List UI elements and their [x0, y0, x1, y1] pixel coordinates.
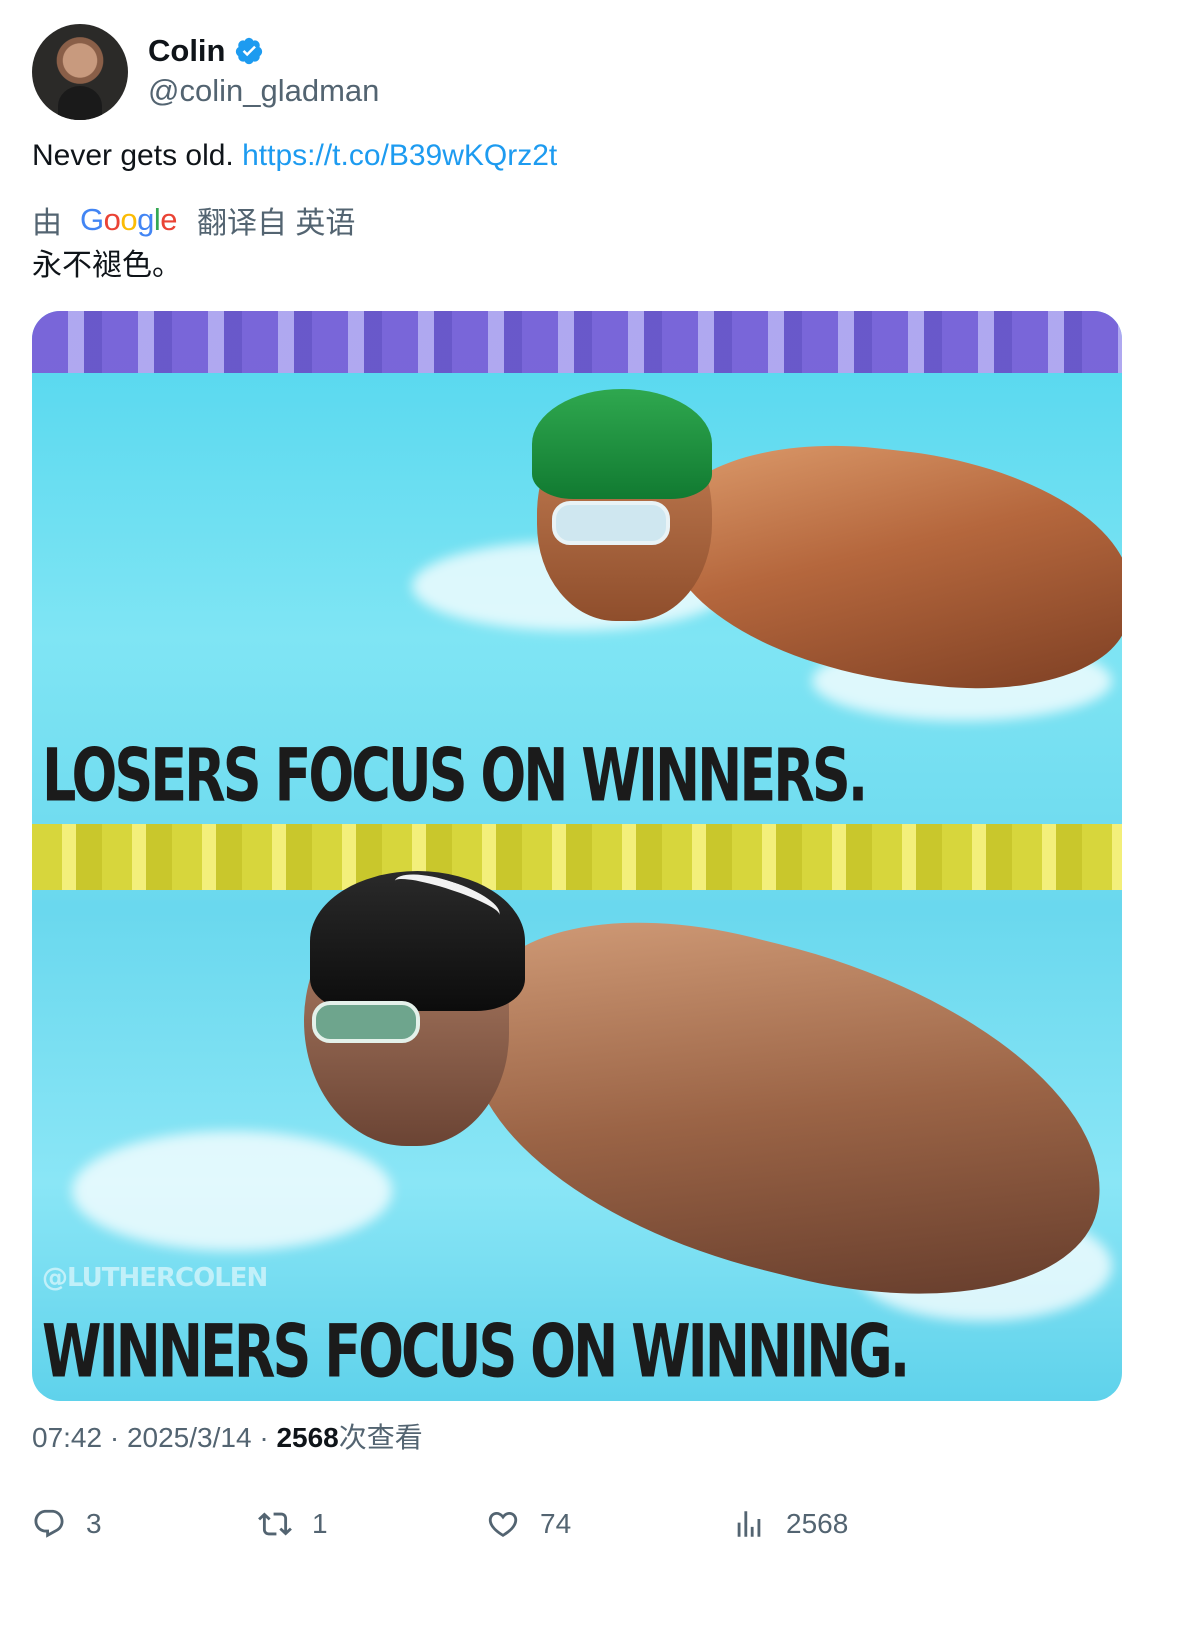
tweet-meta: 07:42 · 2025/3/14 · 2568次查看 — [32, 1418, 423, 1458]
heart-icon — [488, 1511, 518, 1537]
author-display-name[interactable]: Colin — [148, 32, 226, 70]
translation-prefix: 由 — [32, 207, 62, 240]
retweet-button[interactable]: 1 — [258, 1500, 328, 1548]
tweet-text: Never gets old. https://t.co/B39wKQrz2t — [32, 136, 557, 176]
views-button[interactable]: 2568 — [732, 1500, 848, 1548]
tweet-media-image[interactable]: LOSERS FOCUS ON WINNERS. @LUTHERCOLEN WI… — [32, 311, 1122, 1401]
translation-suffix[interactable]: 翻译自 英语 — [197, 198, 355, 242]
tweet-date[interactable]: 2025/3/14 — [127, 1422, 252, 1453]
meme-caption-bottom: WINNERS FOCUS ON WINNING. — [42, 1309, 910, 1395]
analytics-icon — [737, 1511, 761, 1537]
lane-rope-top — [32, 311, 1122, 373]
name-row: Colin — [148, 32, 379, 70]
reply-button[interactable]: 3 — [32, 1500, 102, 1548]
google-logo: Google — [80, 202, 178, 237]
tweet-time[interactable]: 07:42 — [32, 1422, 102, 1453]
image-watermark: @LUTHERCOLEN — [42, 1263, 268, 1293]
reply-icon — [34, 1509, 64, 1538]
meta-separator: · — [259, 1422, 277, 1453]
verified-badge-icon — [235, 37, 262, 65]
reply-count: 3 — [86, 1508, 102, 1539]
retweet-count: 1 — [312, 1508, 328, 1539]
action-bar: 3 1 74 2568 — [32, 1500, 1122, 1548]
water-splash — [72, 1131, 392, 1251]
lane-rope-middle — [32, 824, 1122, 890]
meme-caption-top: LOSERS FOCUS ON WINNERS. — [42, 733, 868, 819]
tweet-link[interactable]: https://t.co/B39wKQrz2t — [242, 139, 557, 172]
tweet-body: Never gets old. — [32, 139, 243, 172]
swimmer-top-body — [651, 427, 1122, 705]
views-count: 2568 — [276, 1422, 339, 1453]
author-block: Colin @colin_gladman — [148, 32, 379, 112]
views-action-count: 2568 — [786, 1508, 849, 1539]
views-label: 次查看 — [338, 1422, 423, 1453]
swimmer-bottom-body — [432, 877, 1122, 1345]
author-handle[interactable]: @colin_gladman — [148, 70, 379, 112]
translation-attribution: 由 Google 翻译自 英语 — [32, 200, 355, 240]
avatar[interactable] — [32, 24, 128, 120]
swimmer-bottom-goggles — [312, 1001, 420, 1043]
swimmer-top-goggles — [552, 501, 670, 545]
swimmer-top-cap — [532, 389, 712, 499]
retweet-icon — [258, 1512, 292, 1536]
like-button[interactable]: 74 — [486, 1500, 571, 1548]
translated-text: 永不褪色。 — [32, 249, 182, 282]
tweet-header: Colin @colin_gladman — [32, 24, 379, 120]
meta-separator: · — [109, 1422, 127, 1453]
like-count: 74 — [540, 1508, 572, 1539]
